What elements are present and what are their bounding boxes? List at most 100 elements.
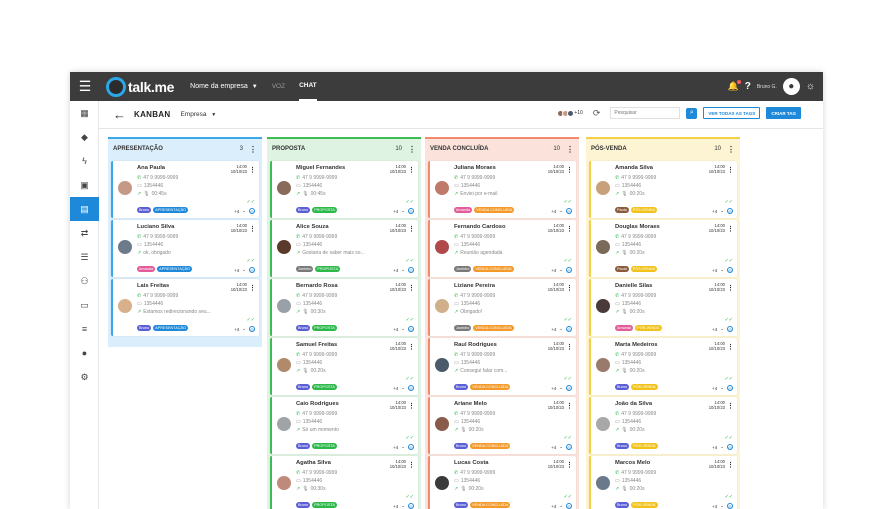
open-chat-icon[interactable]: ◎ (566, 385, 572, 391)
chevron-down-icon[interactable]: ⌄ (720, 208, 724, 214)
status-tag[interactable]: PÓS-VENDA (630, 207, 658, 213)
card-menu-icon[interactable]: ⋮ (727, 225, 734, 233)
chevron-down-icon[interactable]: ⌄ (559, 444, 563, 450)
owner-tag[interactable]: Paula (615, 207, 629, 213)
more-tags-count[interactable]: +4 (234, 327, 239, 332)
status-tag[interactable]: PÓS-VENDA (631, 384, 658, 390)
chevron-down-icon[interactable]: ⌄ (720, 444, 724, 450)
open-chat-icon[interactable]: ◎ (727, 444, 733, 450)
status-tag[interactable]: VENDA CONCLUÍDA (470, 443, 511, 449)
owner-tag[interactable]: Bruno (615, 443, 630, 449)
status-tag[interactable]: PÓS-VENDA (635, 325, 662, 331)
card-menu-icon[interactable]: ⋮ (249, 284, 256, 292)
lead-card[interactable]: Agatha Silva 14:00 10/10/23 ⋮ ✆ 47 9 9999-999… (270, 456, 418, 509)
more-tags-count[interactable]: +4 (393, 504, 398, 509)
more-tags-count[interactable]: +4 (393, 386, 398, 391)
card-menu-icon[interactable]: ⋮ (249, 225, 256, 233)
owner-tag[interactable]: Bruno (454, 502, 469, 508)
status-tag[interactable]: PROPOSTA (312, 325, 337, 331)
owner-tag[interactable]: Bruno (296, 502, 311, 508)
lead-card[interactable]: Ariane Melo 14:00 10/10/23 ⋮ ✆ 47 9 9999-9999… (428, 397, 576, 454)
card-menu-icon[interactable]: ⋮ (566, 284, 573, 292)
card-menu-icon[interactable]: ⋮ (408, 343, 415, 351)
owner-tag[interactable]: Bruno (296, 325, 311, 331)
status-tag[interactable]: VENDA CONCLUÍDA (473, 266, 514, 272)
user-icon[interactable]: ● (70, 341, 99, 365)
chevron-down-icon[interactable]: ⌄ (401, 503, 405, 509)
status-tag[interactable]: PÓS-VENDA (631, 443, 658, 449)
lead-card[interactable]: Luciano Silva 14:00 10/10/23 ⋮ ✆ 47 9 9999-99… (111, 220, 259, 277)
chevron-down-icon[interactable]: ⌄ (720, 503, 724, 509)
lead-card[interactable]: Lais Freitas 14:00 10/10/23 ⋮ ✆ 47 9 9999-999… (111, 279, 259, 336)
bell-icon[interactable]: 🔔 (727, 80, 741, 92)
group-icon[interactable]: ⚇ (70, 269, 99, 293)
owner-tag[interactable]: Amanda (137, 266, 156, 272)
filter-icon[interactable]: ≡ (70, 317, 99, 341)
status-tag[interactable]: PÓS-VENDA (630, 266, 658, 272)
owner-tag[interactable]: Bruno (296, 443, 311, 449)
chevron-down-icon[interactable]: ⌄ (559, 503, 563, 509)
chevron-down-icon[interactable]: ⌄ (559, 267, 563, 273)
chevron-down-icon[interactable]: ⌄ (559, 326, 563, 332)
card-menu-icon[interactable]: ⋮ (566, 461, 573, 469)
lead-card[interactable]: Douglas Moraes 14:00 10/10/23 ⋮ ✆ 47 9 9999-9… (589, 220, 737, 277)
tab-chat[interactable]: CHAT (299, 72, 317, 101)
lead-card[interactable]: João da Silva 14:00 10/10/23 ⋮ ✆ 47 9 9999-99… (589, 397, 737, 454)
card-menu-icon[interactable]: ⋮ (566, 225, 573, 233)
status-tag[interactable]: APRESENTAÇÃO (157, 266, 193, 272)
create-tag-button[interactable]: CRIAR TAG (766, 107, 801, 119)
hamburger-menu-icon[interactable]: ☰ (70, 72, 100, 101)
agent-avatars[interactable]: +10 (557, 109, 583, 117)
owner-tag[interactable]: Paula (615, 266, 629, 272)
list-icon[interactable]: ☰ (70, 245, 99, 269)
lead-card[interactable]: Fernando Cardoso 14:00 10/10/23 ⋮ ✆ 47 9 9999… (428, 220, 576, 277)
open-chat-icon[interactable]: ◎ (566, 267, 572, 273)
chevron-down-icon[interactable]: ⌄ (242, 267, 246, 273)
more-tags-count[interactable]: +4 (551, 209, 556, 214)
chevron-down-icon[interactable]: ⌄ (242, 326, 246, 332)
lead-card[interactable]: Lucas Costa 14:00 10/10/23 ⋮ ✆ 47 9 9999-9999… (428, 456, 576, 509)
tab-voz[interactable]: VOZ (272, 83, 285, 90)
card-menu-icon[interactable]: ⋮ (727, 166, 734, 174)
chevron-down-icon[interactable]: ⌄ (401, 267, 405, 273)
card-menu-icon[interactable]: ⋮ (249, 166, 256, 174)
owner-tag[interactable]: Bruno (615, 502, 630, 508)
status-tag[interactable]: VENDA CONCLUÍDA (473, 325, 514, 331)
open-chat-icon[interactable]: ◎ (249, 326, 255, 332)
chat-icon[interactable]: ▭ (70, 293, 99, 317)
status-tag[interactable]: APRESENTAÇÃO (153, 207, 189, 213)
theme-toggle-icon[interactable]: ☼ (806, 81, 815, 92)
open-chat-icon[interactable]: ◎ (408, 444, 414, 450)
owner-tag[interactable]: Juninho (454, 266, 472, 272)
dashboard-icon[interactable]: ▦ (70, 101, 99, 125)
column-menu-icon[interactable]: ⋮ (408, 145, 416, 154)
more-tags-count[interactable]: +4 (393, 445, 398, 450)
more-tags-count[interactable]: +4 (712, 268, 717, 273)
open-chat-icon[interactable]: ◎ (566, 444, 572, 450)
chevron-down-icon[interactable]: ⌄ (401, 385, 405, 391)
routing-icon[interactable]: ⇄ (70, 221, 99, 245)
more-tags-count[interactable]: +4 (712, 327, 717, 332)
open-chat-icon[interactable]: ◎ (727, 326, 733, 332)
lead-card[interactable]: Amanda Silva 14:00 10/10/23 ⋮ ✆ 47 9 9999-999… (589, 161, 737, 218)
chevron-down-icon[interactable]: ⌄ (401, 326, 405, 332)
column-menu-icon[interactable]: ⋮ (727, 145, 735, 154)
more-tags-count[interactable]: +4 (551, 504, 556, 509)
more-tags-count[interactable]: +4 (551, 268, 556, 273)
open-chat-icon[interactable]: ◎ (727, 385, 733, 391)
lead-card[interactable]: Miguel Fernandes 14:00 10/10/23 ⋮ ✆ 47 9 9999… (270, 161, 418, 218)
open-chat-icon[interactable]: ◎ (566, 326, 572, 332)
more-tags-count[interactable]: +4 (234, 268, 239, 273)
status-tag[interactable]: PROPOSTA (312, 443, 337, 449)
card-menu-icon[interactable]: ⋮ (566, 402, 573, 410)
open-chat-icon[interactable]: ◎ (408, 208, 414, 214)
more-tags-count[interactable]: +4 (393, 268, 398, 273)
open-chat-icon[interactable]: ◎ (408, 326, 414, 332)
kanban-icon[interactable]: ▤ (70, 197, 99, 221)
lead-card[interactable]: Samuel Freitas 14:00 10/10/23 ⋮ ✆ 47 9 9999-9… (270, 338, 418, 395)
more-tags-count[interactable]: +4 (712, 209, 717, 214)
open-chat-icon[interactable]: ◎ (408, 385, 414, 391)
refresh-icon[interactable]: ⟳ (593, 108, 601, 119)
more-tags-count[interactable]: +4 (551, 327, 556, 332)
owner-tag[interactable]: Bruno (296, 384, 311, 390)
